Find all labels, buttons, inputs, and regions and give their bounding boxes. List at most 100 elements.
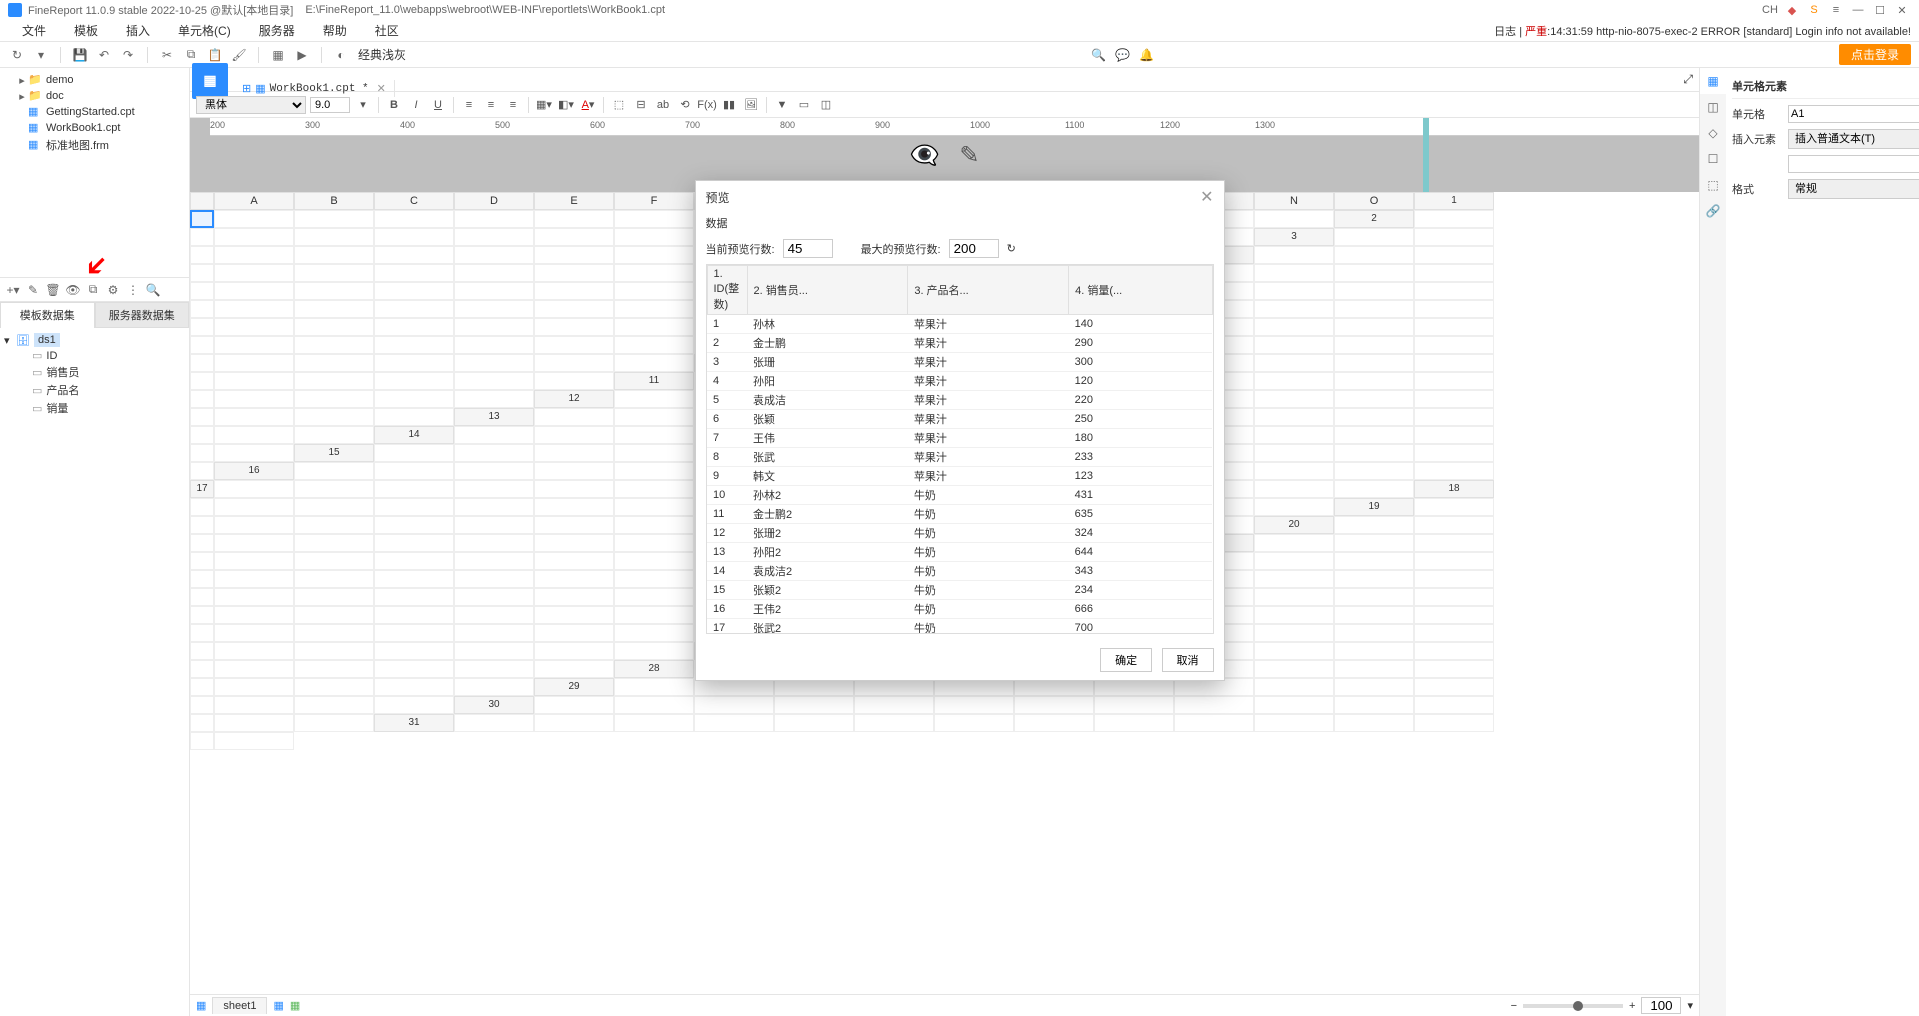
cell[interactable] [214, 480, 294, 498]
preview-row[interactable]: 16王伟2牛奶666 [707, 600, 1212, 619]
cell[interactable] [294, 264, 374, 282]
cell[interactable] [454, 246, 534, 264]
cell[interactable] [534, 318, 614, 336]
cell[interactable] [454, 426, 534, 444]
cell[interactable] [454, 300, 534, 318]
cell[interactable] [774, 696, 854, 714]
cell[interactable] [1254, 462, 1334, 480]
cell[interactable] [534, 588, 614, 606]
column-header[interactable]: E [534, 192, 614, 210]
cell[interactable] [534, 606, 614, 624]
cell[interactable] [1254, 534, 1334, 552]
cell[interactable] [614, 408, 694, 426]
cell[interactable] [454, 444, 534, 462]
cell[interactable] [534, 354, 614, 372]
cell[interactable] [1334, 426, 1414, 444]
cell[interactable] [294, 714, 374, 732]
cell[interactable] [294, 390, 374, 408]
config-dataset-icon[interactable]: ⚙ [104, 281, 122, 299]
row-header[interactable]: 11 [614, 372, 694, 390]
cell[interactable] [1414, 642, 1494, 660]
cell[interactable] [454, 642, 534, 660]
cell[interactable] [294, 246, 374, 264]
cell[interactable] [534, 210, 614, 228]
cell[interactable] [614, 570, 694, 588]
sheet-tab[interactable]: sheet1 [212, 997, 267, 1014]
float-tab-icon[interactable]: ◇ [1700, 120, 1726, 146]
row-header[interactable]: 2 [1334, 210, 1414, 228]
row-header[interactable]: 12 [534, 390, 614, 408]
preview-row[interactable]: 1孙林苹果汁140 [707, 315, 1212, 334]
cell[interactable] [374, 210, 454, 228]
cell[interactable] [534, 696, 614, 714]
cell[interactable] [454, 480, 534, 498]
cell[interactable] [1254, 246, 1334, 264]
cell-element-tab-icon[interactable]: ▦ [1700, 68, 1726, 94]
cell[interactable] [1414, 552, 1494, 570]
cell[interactable] [534, 498, 614, 516]
row-header[interactable]: 14 [374, 426, 454, 444]
theme-label[interactable]: 经典浅灰 [358, 46, 406, 63]
cell[interactable] [1414, 336, 1494, 354]
cell[interactable] [214, 300, 294, 318]
column-header[interactable]: C [374, 192, 454, 210]
close-button[interactable]: ✕ [1893, 1, 1911, 19]
filter-icon[interactable]: ▼ [773, 96, 791, 114]
cell[interactable] [294, 300, 374, 318]
cell[interactable] [1174, 696, 1254, 714]
cell[interactable] [294, 606, 374, 624]
cell[interactable] [934, 696, 1014, 714]
cell[interactable] [374, 678, 454, 696]
cell[interactable] [534, 624, 614, 642]
preview-row[interactable]: 9韩文苹果汁123 [707, 467, 1212, 486]
maximize-button[interactable]: ☐ [1871, 1, 1889, 19]
cell[interactable] [774, 714, 854, 732]
cell[interactable] [214, 732, 294, 750]
cell[interactable] [534, 300, 614, 318]
align-right-icon[interactable]: ≡ [504, 96, 522, 114]
add-sheet-icon[interactable]: ▦ [273, 999, 283, 1012]
current-rows-input[interactable] [783, 239, 833, 258]
size-dropdown-icon[interactable]: ▾ [354, 96, 372, 114]
dialog-close-icon[interactable]: ✕ [1200, 187, 1213, 207]
cell[interactable] [190, 246, 214, 264]
menu-item[interactable]: 模板 [60, 22, 112, 40]
cell[interactable] [614, 606, 694, 624]
cell[interactable] [294, 498, 374, 516]
cell[interactable] [1414, 408, 1494, 426]
preview-row[interactable]: 6张颖苹果汁250 [707, 410, 1212, 429]
format-painter-icon[interactable]: 🖌 [230, 46, 248, 64]
cell[interactable] [1334, 660, 1414, 678]
cell[interactable] [1254, 390, 1334, 408]
row-header[interactable]: 17 [190, 480, 214, 498]
cell[interactable] [190, 210, 214, 228]
cell[interactable] [374, 660, 454, 678]
cell[interactable] [1334, 678, 1414, 696]
cell[interactable] [374, 246, 454, 264]
zoom-in-icon[interactable]: + [1629, 1000, 1635, 1012]
file-node[interactable]: ▸📁doc [4, 88, 185, 104]
cell[interactable] [294, 318, 374, 336]
dataset-field[interactable]: ▭产品名 [4, 381, 185, 399]
cancel-button[interactable]: 取消 [1162, 648, 1214, 672]
format-select[interactable]: 常规 [1788, 179, 1919, 199]
cell[interactable] [1254, 408, 1334, 426]
cell[interactable] [454, 282, 534, 300]
cell[interactable] [614, 444, 694, 462]
cell[interactable] [190, 444, 214, 462]
cell[interactable] [214, 228, 294, 246]
row-header[interactable]: 15 [294, 444, 374, 462]
column-header[interactable]: F [614, 192, 694, 210]
cell[interactable] [190, 714, 214, 732]
cell[interactable] [190, 642, 214, 660]
file-node[interactable]: ▦标准地图.frm [4, 136, 185, 154]
preview-row[interactable]: 12张珊2牛奶324 [707, 524, 1212, 543]
cell[interactable] [190, 516, 214, 534]
cell[interactable] [1334, 264, 1414, 282]
hide-icon[interactable]: 👁‍🗨 [910, 141, 940, 170]
cell[interactable] [374, 498, 454, 516]
cell[interactable] [1414, 444, 1494, 462]
condition-tab-icon[interactable]: ⬚ [1700, 172, 1726, 198]
row-header[interactable]: 16 [214, 462, 294, 480]
cell[interactable] [534, 228, 614, 246]
